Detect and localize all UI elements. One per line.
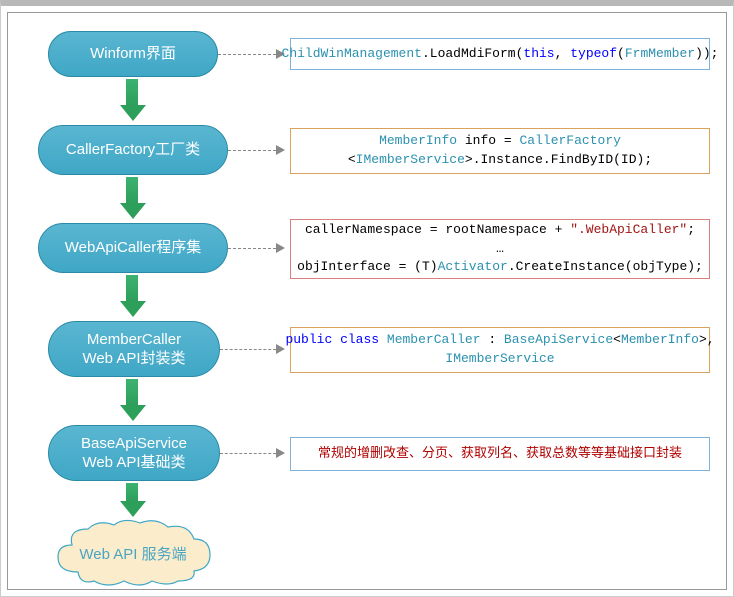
- code-line: 常规的增删改查、分页、获取列名、获取总数等等基础接口封装: [318, 445, 682, 464]
- node-webapicaller: WebApiCaller程序集: [38, 223, 228, 273]
- code-line: <IMemberService>.Instance.FindByID(ID);: [348, 151, 652, 170]
- node-baseapiservice: BaseApiService Web API基础类: [48, 425, 220, 481]
- code-line: public class MemberCaller : BaseApiServi…: [285, 331, 714, 350]
- node-label: WebApiCaller程序集: [65, 238, 201, 258]
- connector-arrow-icon: [276, 243, 285, 253]
- node-label: MemberCaller: [87, 330, 181, 350]
- node-membercaller: MemberCaller Web API封装类: [48, 321, 220, 377]
- arrow-down-icon: [120, 177, 144, 219]
- node-cloud-webapi: Web API 服务端: [48, 517, 218, 589]
- connector-arrow-icon: [276, 344, 285, 354]
- node-label: CallerFactory工厂类: [66, 140, 200, 160]
- diagram-frame: Winform界面 ChildWinManagement.LoadMdiForm…: [0, 0, 734, 597]
- node-label: Winform界面: [90, 44, 176, 64]
- connector-arrow-icon: [276, 145, 285, 155]
- connector: [228, 150, 276, 151]
- arrow-down-icon: [120, 483, 144, 517]
- node-label: BaseApiService: [81, 434, 187, 454]
- codebox-baseapiservice: 常规的增删改查、分页、获取列名、获取总数等等基础接口封装: [290, 437, 710, 471]
- codebox-membercaller: public class MemberCaller : BaseApiServi…: [290, 327, 710, 373]
- arrow-down-icon: [120, 275, 144, 317]
- node-callerfactory: CallerFactory工厂类: [38, 125, 228, 175]
- code-line: ChildWinManagement.LoadMdiForm(this, typ…: [282, 45, 719, 64]
- node-winform: Winform界面: [48, 31, 218, 77]
- code-line: IMemberService: [445, 350, 554, 369]
- codebox-webapicaller: callerNamespace = rootNamespace + ".WebA…: [290, 219, 710, 279]
- code-line: callerNamespace = rootNamespace + ".WebA…: [305, 221, 695, 240]
- connector-arrow-icon: [276, 448, 285, 458]
- code-line: …: [496, 240, 504, 259]
- code-line: objInterface = (T)Activator.CreateInstan…: [297, 258, 703, 277]
- codebox-winform: ChildWinManagement.LoadMdiForm(this, typ…: [290, 38, 710, 70]
- arrow-down-icon: [120, 379, 144, 421]
- diagram-canvas: Winform界面 ChildWinManagement.LoadMdiForm…: [7, 12, 727, 590]
- connector: [220, 453, 276, 454]
- codebox-callerfactory: MemberInfo info = CallerFactory <IMember…: [290, 128, 710, 174]
- node-label: Web API封装类: [82, 349, 185, 369]
- connector: [228, 248, 276, 249]
- cloud-label: Web API 服务端: [48, 517, 218, 589]
- connector: [218, 54, 276, 55]
- arrow-down-icon: [120, 79, 144, 121]
- code-line: MemberInfo info = CallerFactory: [379, 132, 621, 151]
- connector: [220, 349, 276, 350]
- node-label: Web API基础类: [82, 453, 185, 473]
